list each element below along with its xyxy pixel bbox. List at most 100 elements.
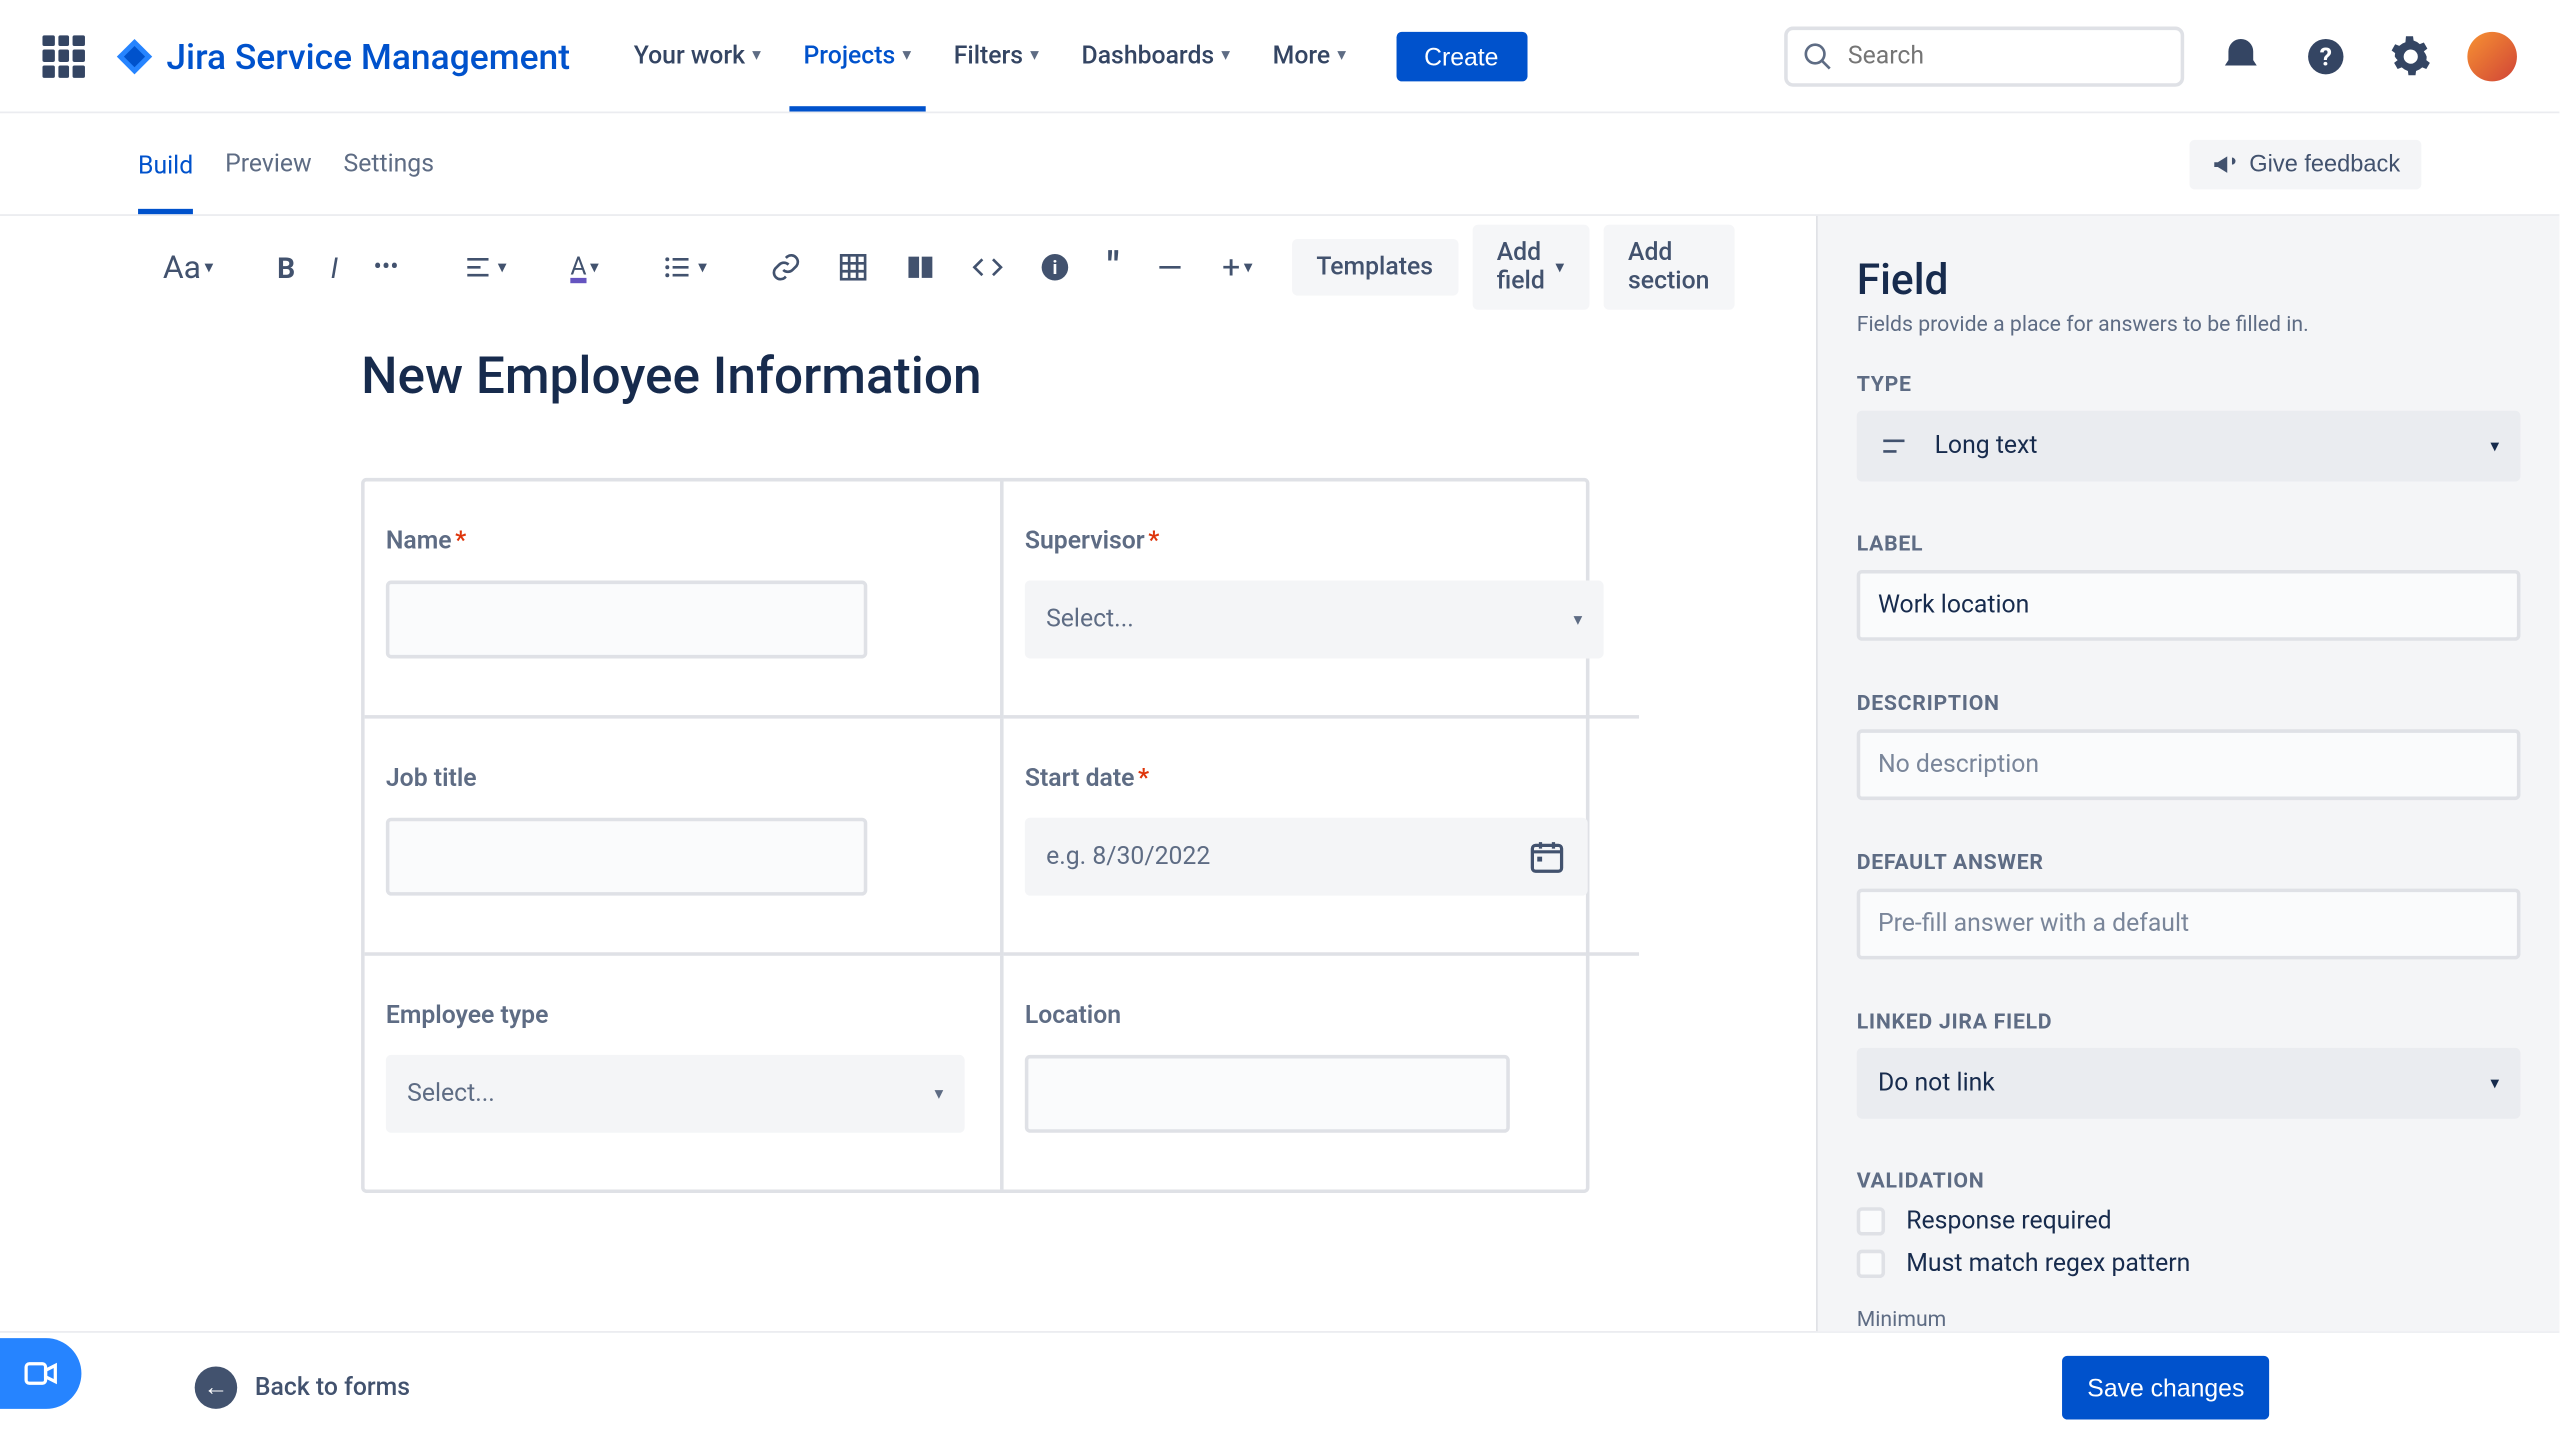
validation-label: VALIDATION xyxy=(1857,1168,2521,1193)
bold-button[interactable]: B xyxy=(267,243,306,291)
label-input[interactable] xyxy=(1857,570,2521,641)
templates-button[interactable]: Templates xyxy=(1292,239,1458,296)
notifications-icon[interactable] xyxy=(2213,27,2270,84)
align-button[interactable]: ▾ xyxy=(452,244,518,290)
form-title[interactable]: New Employee Information xyxy=(0,319,1816,478)
give-feedback-button[interactable]: Give feedback xyxy=(2189,139,2421,189)
chevron-down-icon: ▾ xyxy=(935,1084,944,1103)
list-button[interactable]: ▾ xyxy=(652,244,718,290)
text-styles-button[interactable]: Aa▾ xyxy=(152,242,224,293)
field-label: Location xyxy=(1025,1002,1604,1030)
chevron-down-icon: ▾ xyxy=(752,46,761,65)
calendar-icon xyxy=(1528,837,1567,876)
code-button[interactable] xyxy=(962,244,1015,290)
field-config-panel: Field Fields provide a place for answers… xyxy=(1816,216,2559,1331)
job-title-input[interactable] xyxy=(386,818,867,896)
description-input[interactable] xyxy=(1857,729,2521,800)
more-formatting-button[interactable]: ••• xyxy=(363,246,409,288)
chevron-down-icon: ▾ xyxy=(1573,610,1582,629)
chevron-down-icon: ▾ xyxy=(2490,1074,2499,1093)
validation-regex-label: Must match regex pattern xyxy=(1906,1250,2190,1278)
form-cell-job-title[interactable]: Job title xyxy=(365,719,1004,956)
linked-jira-select[interactable]: Do not link ▾ xyxy=(1857,1048,2521,1119)
default-answer-label: DEFAULT ANSWER xyxy=(1857,850,2521,875)
chevron-down-icon: ▾ xyxy=(1221,46,1230,65)
back-arrow-icon: ← xyxy=(195,1366,237,1408)
form-cell-employee-type[interactable]: Employee type Select...▾ xyxy=(365,956,1004,1190)
editor-toolbar: Aa▾ B I ••• ▾ A▾ ▾ i " +▾ Templates Add … xyxy=(0,216,1816,319)
chevron-down-icon: ▾ xyxy=(2490,436,2499,455)
help-icon[interactable]: ? xyxy=(2297,27,2354,84)
info-button[interactable]: i xyxy=(1029,244,1082,290)
footer: ← Back to forms Save changes xyxy=(0,1331,2559,1441)
quote-button[interactable]: " xyxy=(1096,238,1130,296)
create-button[interactable]: Create xyxy=(1396,31,1527,81)
italic-button[interactable]: I xyxy=(320,243,349,291)
video-icon xyxy=(21,1354,60,1393)
insert-button[interactable]: +▾ xyxy=(1211,242,1263,293)
product-name: Jira Service Management xyxy=(166,35,570,77)
linked-jira-label: LINKED JIRA FIELD xyxy=(1857,1009,2521,1034)
field-label: Supervisor* xyxy=(1025,527,1604,555)
nav-filters[interactable]: Filters▾ xyxy=(940,35,1054,77)
field-label: Job title xyxy=(386,765,965,793)
add-field-button[interactable]: Add field▾ xyxy=(1472,225,1589,310)
tab-build[interactable]: Build xyxy=(138,141,193,214)
text-color-button[interactable]: A▾ xyxy=(560,246,610,288)
jira-icon xyxy=(113,35,155,77)
location-input[interactable] xyxy=(1025,1055,1510,1133)
type-select[interactable]: Long text ▾ xyxy=(1857,411,2521,482)
editor-area: Aa▾ B I ••• ▾ A▾ ▾ i " +▾ Templates Add … xyxy=(0,216,1816,1331)
user-avatar[interactable] xyxy=(2467,31,2517,81)
start-date-input[interactable]: e.g. 8/30/2022 xyxy=(1025,818,1588,896)
validation-regex-row: Must match regex pattern xyxy=(1857,1250,2521,1278)
minimum-label: Minimum xyxy=(1857,1306,2521,1331)
settings-icon[interactable] xyxy=(2382,27,2439,84)
default-answer-input[interactable] xyxy=(1857,889,2521,960)
divider-button[interactable] xyxy=(1144,244,1197,290)
save-changes-button[interactable]: Save changes xyxy=(2063,1355,2270,1419)
tab-preview[interactable]: Preview xyxy=(225,139,312,189)
product-logo[interactable]: Jira Service Management xyxy=(113,35,570,77)
field-label: Start date* xyxy=(1025,765,1604,793)
app-switcher-icon[interactable] xyxy=(42,35,84,77)
back-to-forms-link[interactable]: ← Back to forms xyxy=(195,1366,410,1408)
search-input[interactable] xyxy=(1848,42,2167,70)
add-section-button[interactable]: Add section xyxy=(1603,225,1734,310)
top-nav: Jira Service Management Your work▾ Proje… xyxy=(0,0,2559,113)
supervisor-select[interactable]: Select...▾ xyxy=(1025,581,1604,659)
nav-your-work[interactable]: Your work▾ xyxy=(620,35,776,77)
employee-type-select[interactable]: Select...▾ xyxy=(386,1055,965,1133)
regex-checkbox[interactable] xyxy=(1857,1250,1885,1278)
validation-required-label: Response required xyxy=(1906,1207,2111,1235)
video-help-button[interactable] xyxy=(0,1338,81,1409)
layout-button[interactable] xyxy=(895,244,948,290)
form-cell-supervisor[interactable]: Supervisor* Select...▾ xyxy=(1004,481,1639,718)
label-label: LABEL xyxy=(1857,531,2521,556)
nav-projects[interactable]: Projects▾ xyxy=(789,35,925,77)
form-cell-start-date[interactable]: Start date* e.g. 8/30/2022 xyxy=(1004,719,1639,956)
tab-settings[interactable]: Settings xyxy=(344,139,434,189)
form-cell-location[interactable]: Location xyxy=(1004,956,1639,1190)
form-grid: Name* Supervisor* Select...▾ Job title S… xyxy=(361,478,1589,1193)
link-button[interactable] xyxy=(760,244,813,290)
svg-text:i: i xyxy=(1053,257,1058,279)
field-label: Employee type xyxy=(386,1002,965,1030)
megaphone-icon xyxy=(2210,150,2238,178)
table-button[interactable] xyxy=(827,244,880,290)
nav-more[interactable]: More▾ xyxy=(1258,35,1360,77)
panel-heading: Field xyxy=(1857,255,2521,305)
chevron-down-icon: ▾ xyxy=(1337,46,1346,65)
field-label: Name* xyxy=(386,527,965,555)
svg-text:?: ? xyxy=(2320,43,2332,72)
panel-subheading: Fields provide a place for answers to be… xyxy=(1857,312,2521,337)
chevron-down-icon: ▾ xyxy=(1030,46,1039,65)
type-label: TYPE xyxy=(1857,372,2521,397)
response-required-checkbox[interactable] xyxy=(1857,1207,1885,1235)
validation-required-row: Response required xyxy=(1857,1207,2521,1235)
name-input[interactable] xyxy=(386,581,867,659)
form-cell-name[interactable]: Name* xyxy=(365,481,1004,718)
description-label: DESCRIPTION xyxy=(1857,690,2521,715)
nav-dashboards[interactable]: Dashboards▾ xyxy=(1067,35,1244,77)
search-box[interactable] xyxy=(1784,26,2184,86)
